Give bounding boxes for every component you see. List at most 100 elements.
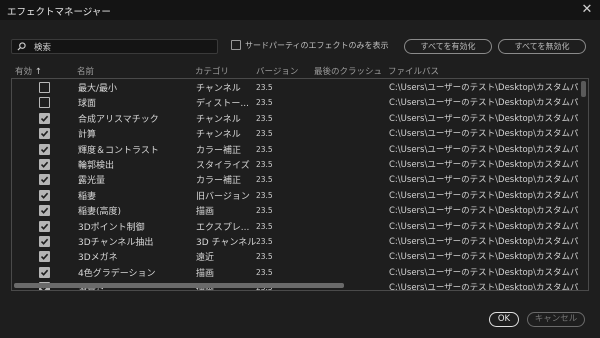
enabled-checkbox[interactable] xyxy=(39,189,50,201)
effect-file-path: C:\Users\ユーザーのテスト\Desktop\カスタムパ xyxy=(389,206,578,217)
effect-file-path: C:\Users\ユーザーのテスト\Desktop\カスタムパ xyxy=(389,160,578,170)
checkmark-icon xyxy=(40,161,49,168)
enabled-checkbox[interactable] xyxy=(39,205,50,217)
effect-file-path: C:\Users\ユーザーのテスト\Desktop\カスタムパ xyxy=(389,283,578,291)
effect-file-path: C:\Users\ユーザーのテスト\Desktop\カスタムパ xyxy=(389,175,578,186)
column-header-last-crash[interactable]: 最後のクラッシュ xyxy=(314,65,382,77)
effects-table: 最大/最小 チャンネル 23.5 C:\Users\ユーザーのテスト\Desktop\… xyxy=(11,78,589,291)
column-header-name[interactable]: 名前 xyxy=(77,65,94,77)
enabled-checkbox[interactable] xyxy=(39,236,50,247)
table-row[interactable]: 計算 チャンネル 23.5 C:\Users\ユーザーのテスト\Desktop\カスタ… xyxy=(12,126,578,141)
effect-version: 23.5 xyxy=(256,113,273,123)
enabled-checkbox[interactable] xyxy=(39,266,50,278)
effect-name: 輝度＆コントラスト xyxy=(78,145,159,156)
effect-name: 稲妻(高度) xyxy=(78,207,122,218)
effect-category: 3D チャンネル xyxy=(196,238,256,248)
checkmark-icon xyxy=(40,238,49,245)
cancel-button[interactable]: キャンセル xyxy=(527,312,585,327)
effect-category: 描画 xyxy=(196,207,215,218)
effect-file-path: C:\Users\ユーザーのテスト\Desktop\カスタムパ xyxy=(389,190,578,201)
disable-all-button[interactable]: すべてを無効化 xyxy=(498,39,586,54)
effect-version: 23.5 xyxy=(256,175,273,185)
effect-category: 描画 xyxy=(196,268,215,279)
effect-file-path: C:\Users\ユーザーのテスト\Desktop\カスタムパ xyxy=(389,129,578,140)
effect-version: 23.5 xyxy=(256,83,273,92)
effect-category: チャンネル xyxy=(196,84,241,94)
column-header-version[interactable]: バージョン xyxy=(256,65,298,77)
effect-version: 23.5 xyxy=(256,267,273,277)
horizontal-scrollbar[interactable] xyxy=(14,283,344,288)
third-party-only-checkbox[interactable] xyxy=(231,40,241,50)
table-row[interactable]: 輪郭検出 スタイライズ 23.5 C:\Users\ユーザーのテスト\Desktop\… xyxy=(12,157,578,172)
table-row[interactable]: 合成アリスマチック チャンネル 23.5 C:\Users\ユーザーのテスト\Desk… xyxy=(12,111,578,126)
title-bar: エフェクトマネージャー ✕ xyxy=(0,0,600,20)
effect-category: エクスプレ... xyxy=(196,222,250,233)
enabled-checkbox[interactable] xyxy=(39,174,50,186)
effect-file-path: C:\Users\ユーザーのテスト\Desktop\カスタムパ xyxy=(389,237,578,247)
enabled-checkbox[interactable] xyxy=(39,112,50,124)
effect-name: 合成アリスマチック xyxy=(78,114,159,125)
effect-file-path: C:\Users\ユーザーのテスト\Desktop\カスタムパ xyxy=(389,113,578,124)
effect-category: カラー補正 xyxy=(196,176,242,187)
table-row[interactable]: 輝度＆コントラスト カラー補正 23.5 C:\Users\ユーザーのテスト\Desk… xyxy=(12,142,578,157)
table-row[interactable]: 稲妻 旧バージョン 23.5 C:\Users\ユーザーのテスト\Desktop\カス… xyxy=(12,188,578,203)
checkmark-icon xyxy=(40,269,49,276)
effect-file-path: C:\Users\ユーザーのテスト\Desktop\カスタムパ xyxy=(389,221,578,232)
effect-name: 計算 xyxy=(78,130,97,141)
enabled-checkbox[interactable] xyxy=(39,143,50,155)
table-row[interactable]: 3Dチャンネル抽出 3D チャンネル 23.5 C:\Users\ユーザーのテスト\D… xyxy=(12,234,578,249)
search-input[interactable]: 検索 xyxy=(11,39,218,54)
enabled-checkbox[interactable] xyxy=(39,220,50,232)
ok-button[interactable]: OK xyxy=(489,312,519,327)
checkmark-icon xyxy=(40,254,49,261)
effect-version: 23.5 xyxy=(256,98,273,108)
checkmark-icon xyxy=(40,177,49,184)
effect-category: チャンネル xyxy=(196,114,241,125)
third-party-only-label: サードパーティのエフェクトのみを表示 xyxy=(245,41,389,50)
effect-version: 23.5 xyxy=(256,160,273,169)
table-row[interactable]: 露光量 カラー補正 23.5 C:\Users\ユーザーのテスト\Desktop\カス… xyxy=(12,172,578,187)
effect-file-path: C:\Users\ユーザーのテスト\Desktop\カスタムパ xyxy=(389,144,578,155)
enable-all-button[interactable]: すべてを有効化 xyxy=(404,39,492,54)
effect-file-path: C:\Users\ユーザーのテスト\Desktop\カスタムパ xyxy=(389,83,578,93)
column-header-category[interactable]: カテゴリ xyxy=(195,65,229,77)
table-row[interactable]: 3Dポイント制御 エクスプレ... 23.5 C:\Users\ユーザーのテスト\De… xyxy=(12,219,578,234)
close-button[interactable]: ✕ xyxy=(578,1,596,19)
enabled-checkbox[interactable] xyxy=(39,128,50,140)
table-row[interactable]: 3Dメガネ 遠近 23.5 C:\Users\ユーザーのテスト\Desktop\カスタ… xyxy=(12,249,578,264)
effect-version: 23.5 xyxy=(256,144,273,154)
effect-category: チャンネル xyxy=(196,130,241,141)
enabled-checkbox[interactable] xyxy=(39,82,50,93)
checkmark-icon xyxy=(40,223,49,230)
enabled-checkbox[interactable] xyxy=(39,97,50,109)
enabled-checkbox[interactable] xyxy=(39,251,50,263)
table-row[interactable]: 4色グラデーション 描画 23.5 C:\Users\ユーザーのテスト\Desktop… xyxy=(12,265,578,280)
table-row[interactable]: 稲妻(高度) 描画 23.5 C:\Users\ユーザーのテスト\Desktop\カス… xyxy=(12,203,578,218)
checkmark-icon xyxy=(40,130,49,138)
column-header-enabled[interactable]: 有効 ↑ xyxy=(15,65,42,77)
close-icon: ✕ xyxy=(581,2,593,17)
checkmark-icon xyxy=(40,192,49,199)
search-value: 検索 xyxy=(34,43,52,53)
table-row[interactable]: 球面 ディストー... 23.5 C:\Users\ユーザーのテスト\Desktop\… xyxy=(12,95,578,110)
effect-version: 23.5 xyxy=(256,221,273,231)
checkmark-icon xyxy=(40,115,49,122)
effect-file-path: C:\Users\ユーザーのテスト\Desktop\カスタムパ xyxy=(389,267,578,278)
search-icon xyxy=(17,42,26,51)
effect-category: スタイライズ xyxy=(196,161,250,171)
table-row[interactable]: 最大/最小 チャンネル 23.5 C:\Users\ユーザーのテスト\Desktop\… xyxy=(12,80,578,95)
column-header-file-path[interactable]: ファイルパス xyxy=(388,65,439,77)
effect-name: 稲妻 xyxy=(78,191,97,202)
effect-version: 23.5 xyxy=(256,129,273,139)
effect-version: 23.5 xyxy=(256,206,273,216)
effect-name: 輪郭検出 xyxy=(78,161,115,171)
checkmark-icon xyxy=(40,207,49,215)
enabled-checkbox[interactable] xyxy=(39,159,50,170)
checkmark-icon xyxy=(40,146,49,153)
effect-version: 23.5 xyxy=(256,252,273,262)
vertical-scrollbar[interactable] xyxy=(581,81,586,97)
effect-name: 球面 xyxy=(78,99,97,110)
column-header-enabled-label: 有効 xyxy=(15,67,33,77)
window-title: エフェクトマネージャー xyxy=(7,7,111,18)
effect-version: 23.5 xyxy=(256,190,273,200)
